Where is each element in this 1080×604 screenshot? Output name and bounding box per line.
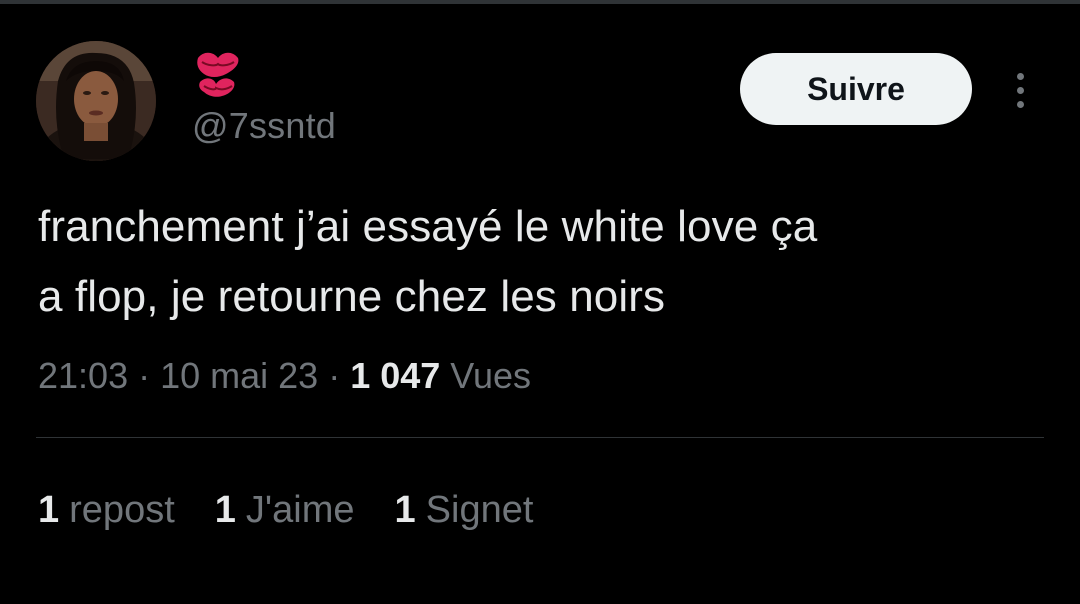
stat-count: 1 xyxy=(214,488,236,531)
kiss-mark-icon xyxy=(194,48,242,98)
avatar-image xyxy=(36,41,156,161)
tweet-card: @7ssntd Suivre franchement j’ai essayé l… xyxy=(0,0,1080,604)
more-options-icon[interactable] xyxy=(1000,66,1040,114)
avatar[interactable] xyxy=(36,41,156,161)
stat-likes[interactable]: 1 J'aime xyxy=(215,489,355,532)
views-label[interactable]: Vues xyxy=(450,355,531,397)
stat-reposts[interactable]: 1 repost xyxy=(38,489,175,532)
tweet-metadata: 21:03 · 10 mai 23 · 1 047 Vues xyxy=(38,350,531,402)
views-count[interactable]: 1 047 xyxy=(350,355,440,397)
stat-count: 1 xyxy=(38,488,60,531)
separator: · xyxy=(138,355,151,396)
tweet-text: franchement j’ai essayé le white love ça… xyxy=(38,202,818,321)
follow-button[interactable]: Suivre xyxy=(740,53,972,125)
stat-bookmarks[interactable]: 1 Signet xyxy=(395,489,534,532)
separator: · xyxy=(328,355,341,396)
stat-label: J'aime xyxy=(245,488,355,531)
divider xyxy=(36,437,1044,438)
tweet-date[interactable]: 10 mai 23 xyxy=(160,355,318,397)
stat-label: Signet xyxy=(425,488,534,531)
stat-label: repost xyxy=(69,488,175,531)
stat-count: 1 xyxy=(394,488,416,531)
engagement-stats: 1 repost 1 J'aime 1 Signet xyxy=(38,484,573,536)
user-handle[interactable]: @7ssntd xyxy=(192,104,336,148)
tweet-time[interactable]: 21:03 xyxy=(38,355,128,397)
